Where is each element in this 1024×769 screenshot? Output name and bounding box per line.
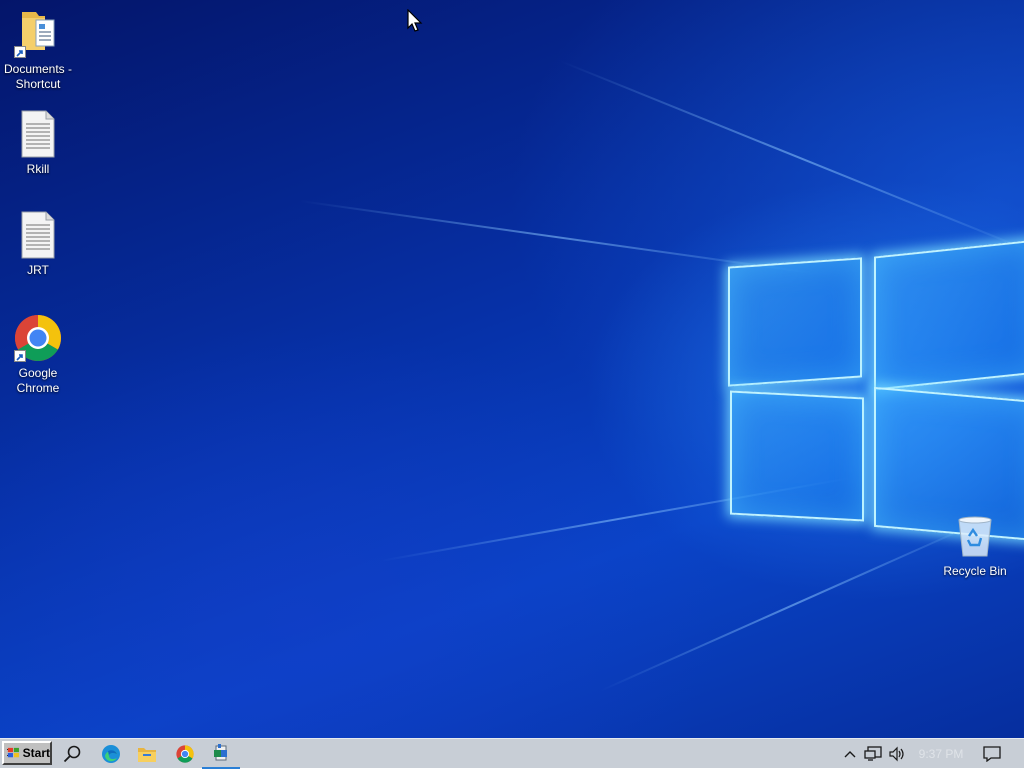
mouse-pointer-icon xyxy=(407,9,423,32)
tray-overflow-button[interactable] xyxy=(840,739,860,769)
clock[interactable]: 9:37 PM xyxy=(910,739,972,769)
volume-icon xyxy=(889,746,904,762)
text-file-icon xyxy=(14,211,62,259)
taskbar-chrome-button[interactable] xyxy=(166,739,204,769)
network-icon xyxy=(864,746,882,761)
recycle-bin-icon xyxy=(951,512,999,560)
windows-logo-pane xyxy=(874,239,1024,391)
shortcut-arrow-icon xyxy=(14,46,26,58)
desktop-icon-google-chrome[interactable]: Google Chrome xyxy=(0,314,76,396)
edge-icon xyxy=(102,745,120,763)
desktop-icon-label: Google Chrome xyxy=(16,366,60,395)
taskbar: Start 9:37 PM xyxy=(0,738,1024,769)
taskbar-search-button[interactable] xyxy=(53,739,91,769)
action-center-button[interactable] xyxy=(978,739,1006,769)
desktop-icon-label: Documents - Shortcut xyxy=(3,62,73,91)
desktop-icon-label: Rkill xyxy=(26,162,50,176)
notification-icon xyxy=(983,746,1001,762)
windows-logo-pane xyxy=(730,390,864,522)
desktop-icon-label: JRT xyxy=(27,263,49,277)
desktop-icon-label: Recycle Bin xyxy=(943,564,1007,578)
taskbar-file-explorer-button[interactable] xyxy=(128,739,166,769)
start-logo-icon xyxy=(7,747,19,758)
start-label: Start xyxy=(22,746,50,760)
desktop-icon-jrt[interactable]: JRT xyxy=(0,211,76,278)
chrome-icon xyxy=(176,745,194,763)
desktop-icon-rkill[interactable]: Rkill xyxy=(0,110,76,177)
taskbar-edge-button[interactable] xyxy=(92,739,130,769)
wallpaper-light-beam xyxy=(299,200,816,275)
windows-logo-pane xyxy=(728,257,862,387)
setup-app-icon xyxy=(214,744,227,761)
text-file-icon xyxy=(14,110,62,158)
clock-time: 9:37 PM xyxy=(918,747,964,761)
wallpaper-light-beam xyxy=(559,60,1024,257)
folder-documents-shortcut-icon xyxy=(14,10,62,58)
desktop-icon-documents-shortcut[interactable]: Documents - Shortcut xyxy=(0,10,76,92)
desktop-icon-recycle-bin[interactable]: Recycle Bin xyxy=(937,512,1013,579)
chevron-up-icon xyxy=(844,751,856,758)
shortcut-arrow-icon xyxy=(14,350,26,362)
desktop: Documents - Shortcut Rkill JRT Google Ch… xyxy=(0,0,1024,738)
start-button[interactable]: Start xyxy=(2,741,52,765)
search-icon xyxy=(63,745,81,763)
wallpaper-light-beam xyxy=(599,515,994,692)
chrome-shortcut-icon xyxy=(14,314,62,362)
taskbar-active-app-button[interactable] xyxy=(202,739,240,769)
volume-button[interactable] xyxy=(886,739,908,769)
file-explorer-icon xyxy=(138,748,156,762)
network-status-button[interactable] xyxy=(862,739,884,769)
